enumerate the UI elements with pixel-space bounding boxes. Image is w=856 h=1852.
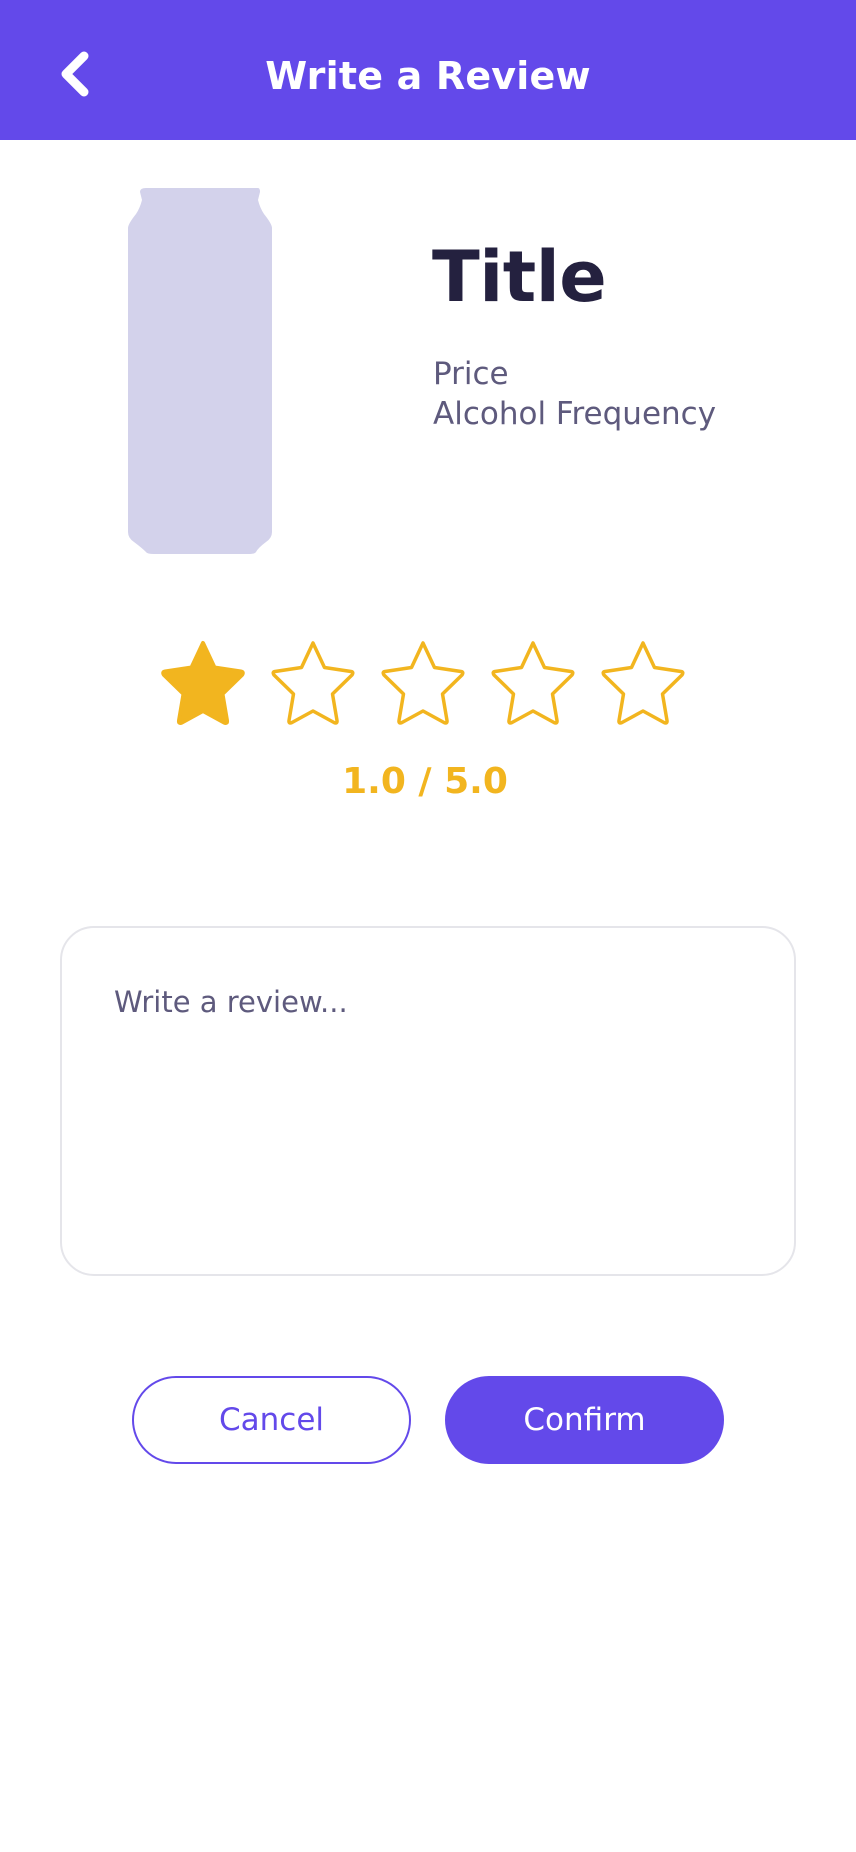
star-filled-icon[interactable] [155,636,265,732]
page-title: Write a Review [265,54,591,98]
star-outline-icon[interactable] [595,636,705,732]
product-title: Title [432,236,607,318]
review-box [60,926,796,1276]
confirm-button[interactable]: Confirm [445,1376,724,1464]
top-app-bar: Write a Review [0,0,856,140]
rating-value: 1.0 / 5.0 [342,761,508,802]
product-price: Price [433,356,509,392]
product-alcohol-frequency: Alcohol Frequency [433,396,717,432]
star-rating [155,636,705,732]
star-outline-icon[interactable] [265,636,375,732]
can-silhouette [128,188,272,554]
review-input[interactable] [114,982,744,1222]
product-image [128,188,273,554]
star-outline-icon[interactable] [375,636,485,732]
star-outline-icon[interactable] [485,636,595,732]
cancel-button[interactable]: Cancel [132,1376,411,1464]
